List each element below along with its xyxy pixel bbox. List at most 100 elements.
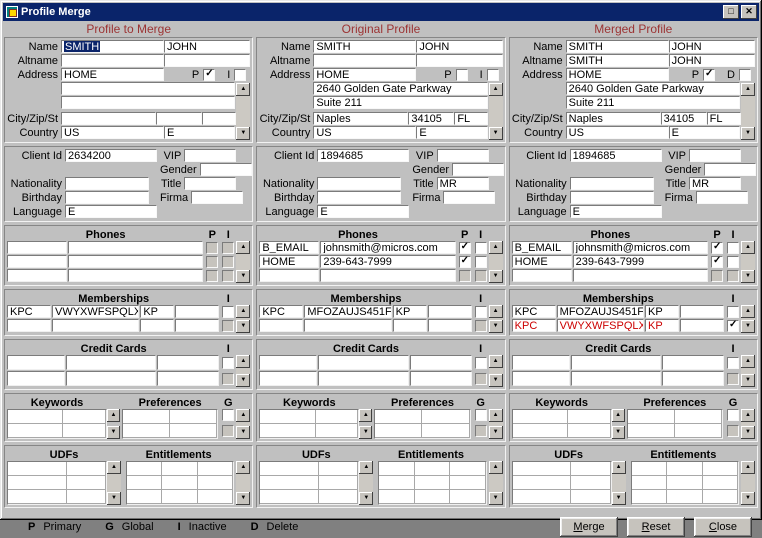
address-scrollbar[interactable]: ▲ ▼ [236, 83, 250, 140]
membership-extra-cell[interactable] [680, 305, 724, 318]
address-flag2-checkbox[interactable] [739, 69, 751, 81]
scroll-down-icon[interactable]: ▼ [489, 374, 503, 387]
address-line1-field[interactable]: 2640 Golden Gate Parkway [313, 82, 487, 95]
scroll-up-icon[interactable]: ▲ [107, 461, 121, 474]
membership-type-cell[interactable]: KPC [259, 305, 303, 318]
address-scrollbar[interactable]: ▲ ▼ [741, 83, 755, 140]
membership-number-cell[interactable]: VWYXWFSPQLXB [557, 319, 644, 332]
scroll-down-icon[interactable]: ▼ [741, 492, 755, 505]
address-primary-checkbox[interactable] [703, 69, 715, 81]
membership-number-cell[interactable]: VWYXWFSPQLXB [52, 305, 139, 318]
phone-inactive-checkbox[interactable] [475, 242, 487, 254]
credit-card-cell[interactable] [571, 371, 661, 386]
preference-global-checkbox[interactable] [727, 409, 739, 421]
address-line1-field[interactable] [61, 82, 235, 95]
firma-field[interactable] [696, 191, 748, 204]
nationality-field[interactable] [65, 177, 149, 190]
scroll-track[interactable] [236, 96, 250, 127]
membership-extra-cell[interactable] [680, 319, 724, 332]
firma-field[interactable] [443, 191, 495, 204]
entitlements-table[interactable] [378, 461, 486, 505]
scroll-up-icon[interactable]: ▲ [236, 461, 250, 474]
membership-number-cell[interactable]: MFOZAUJS451FW [557, 305, 644, 318]
city-field[interactable]: Naples [566, 112, 661, 125]
vip-field[interactable] [437, 149, 489, 162]
title-field[interactable] [184, 177, 236, 190]
nationality-field[interactable] [570, 177, 654, 190]
scroll-down-icon[interactable]: ▼ [489, 127, 503, 140]
preferences-scrollbar[interactable]: ▲ ▼ [741, 409, 755, 439]
scroll-up-icon[interactable]: ▲ [741, 241, 755, 254]
altname-last-field[interactable] [61, 54, 164, 67]
address-line2-field[interactable]: Suite 211 [313, 96, 487, 109]
preferences-scrollbar[interactable]: ▲ ▼ [236, 409, 250, 439]
phone-primary-checkbox[interactable] [711, 242, 723, 254]
credit-card-cell[interactable] [512, 355, 570, 370]
state-field[interactable]: FL [454, 112, 488, 125]
phone-type-cell[interactable] [7, 255, 67, 268]
phones-scrollbar[interactable]: ▲ ▼ [489, 241, 503, 283]
country-field[interactable]: US [313, 126, 416, 139]
gender-field[interactable] [200, 163, 252, 176]
zip-field[interactable] [156, 112, 202, 125]
phone-type-cell[interactable]: HOME [259, 255, 319, 268]
credit-card-inactive-checkbox[interactable] [475, 357, 487, 369]
credit-card-cell[interactable] [7, 355, 65, 370]
firma-field[interactable] [191, 191, 243, 204]
altname-first-field[interactable]: JOHN [669, 54, 755, 67]
membership-number-cell[interactable] [52, 319, 139, 332]
scroll-up-icon[interactable]: ▲ [489, 241, 503, 254]
scroll-track[interactable] [741, 474, 755, 492]
scroll-down-icon[interactable]: ▼ [236, 492, 250, 505]
preferences-table[interactable] [627, 409, 723, 439]
client-id-field[interactable]: 1894685 [570, 149, 662, 162]
credit-cards-scrollbar[interactable]: ▲ ▼ [489, 355, 503, 387]
name-last-field[interactable]: SMITH [566, 40, 669, 53]
scroll-up-icon[interactable]: ▲ [236, 409, 250, 422]
keywords-scrollbar[interactable]: ▲ ▼ [107, 409, 120, 439]
scroll-up-icon[interactable]: ▲ [489, 305, 503, 318]
scroll-track[interactable] [489, 474, 503, 492]
altname-first-field[interactable] [416, 54, 502, 67]
reset-button[interactable]: Reset [627, 517, 685, 537]
credit-card-cell[interactable] [66, 355, 156, 370]
entitlements-scrollbar[interactable]: ▲ ▼ [741, 461, 755, 505]
scroll-track[interactable] [236, 254, 250, 270]
country-lang-field[interactable]: E [669, 126, 740, 139]
phone-value-cell[interactable] [68, 269, 203, 282]
membership-type-cell[interactable] [259, 319, 303, 332]
udfs-table[interactable] [512, 461, 612, 505]
phone-type-cell[interactable] [7, 241, 67, 254]
membership-type-cell[interactable]: KPC [512, 319, 556, 332]
altname-first-field[interactable] [164, 54, 250, 67]
credit-card-cell[interactable] [259, 355, 317, 370]
country-lang-field[interactable]: E [416, 126, 487, 139]
membership-level-cell[interactable]: KP [140, 305, 174, 318]
zip-field[interactable]: 34105 [661, 112, 707, 125]
phone-type-cell[interactable]: B_EMAIL [259, 241, 319, 254]
country-field[interactable]: US [566, 126, 669, 139]
nationality-field[interactable] [317, 177, 401, 190]
credit-card-cell[interactable] [662, 355, 724, 370]
keywords-scrollbar[interactable]: ▲ ▼ [612, 409, 625, 439]
phone-type-cell[interactable]: B_EMAIL [512, 241, 572, 254]
scroll-up-icon[interactable]: ▲ [741, 355, 755, 368]
udfs-scrollbar[interactable]: ▲ ▼ [359, 461, 373, 505]
client-id-field[interactable]: 1894685 [317, 149, 409, 162]
address-flag2-checkbox[interactable] [234, 69, 246, 81]
address-line2-field[interactable]: Suite 211 [566, 96, 740, 109]
address-type-field[interactable]: HOME [313, 68, 416, 81]
birthday-field[interactable] [570, 191, 654, 204]
phone-inactive-checkbox[interactable] [727, 256, 739, 268]
phone-primary-checkbox[interactable] [459, 242, 471, 254]
scroll-down-icon[interactable]: ▼ [612, 426, 625, 439]
phone-primary-checkbox[interactable] [459, 256, 471, 268]
credit-card-cell[interactable] [259, 371, 317, 386]
phone-value-cell[interactable] [68, 255, 203, 268]
membership-inactive-checkbox[interactable] [727, 306, 739, 318]
membership-type-cell[interactable]: KPC [512, 305, 556, 318]
scroll-down-icon[interactable]: ▼ [489, 426, 503, 439]
phone-type-cell[interactable] [259, 269, 319, 282]
membership-number-cell[interactable]: MFOZAUJS451FW [304, 305, 391, 318]
address-type-field[interactable]: HOME [61, 68, 164, 81]
